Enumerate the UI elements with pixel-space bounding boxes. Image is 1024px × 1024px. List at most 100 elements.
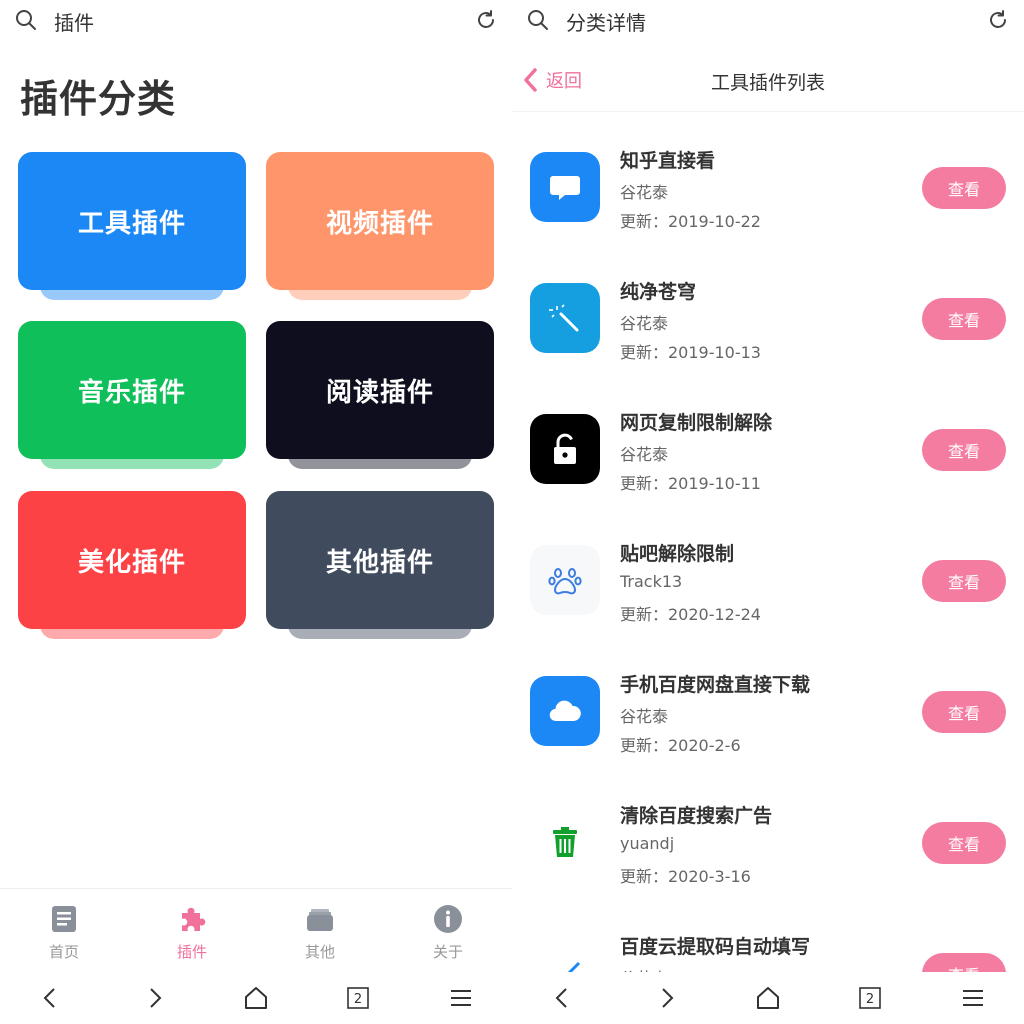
chevron-left-icon (555, 988, 567, 1008)
browser-nav-bar: 2 (0, 972, 512, 1024)
list-item: 知乎直接看谷花泰更新：2019-10-22 查看 (512, 112, 1024, 243)
menu-nav-button[interactable] (441, 978, 481, 1018)
list-title: 工具插件列表 (710, 72, 825, 94)
list-item: 贴吧解除限制 Track13 更新：2020-12-24 查看 (512, 505, 1024, 636)
address-bar-title[interactable]: 插件 (54, 7, 94, 36)
plugin-update-date: 更新：2020-12-24 (620, 605, 761, 624)
plugins-screen: 插件 插件分类 工具插件 视频插件 音乐插件 阅读插件 美化插件 其他插件 首页 插件 (0, 0, 512, 1024)
tab-label: 插件 (176, 943, 207, 961)
category-card-label: 视频插件 (266, 152, 494, 290)
plugin-list: 知乎直接看 谷花泰 更新：2019-10-22 查看 纯净苍穹 谷花泰 更新：2019-10… (512, 112, 1024, 972)
paw-icon (530, 545, 600, 615)
list-item: 网页复制限制解除 谷花泰更新：2019-10-11 查看 (512, 374, 1024, 505)
unlock-icon (530, 414, 600, 484)
plugin-update-date: 更新：2020-2-6 (620, 736, 741, 755)
plugin-author: Track13 (620, 572, 683, 591)
trash-icon (530, 807, 600, 877)
home-icon (244, 987, 267, 1009)
tabs-icon: 2 (859, 987, 882, 1009)
tab-count: 2 (354, 992, 362, 1007)
back-nav-button[interactable] (543, 978, 583, 1018)
address-bar-title[interactable]: 分类详情 (566, 7, 646, 36)
plugin-name: 网页复制限制解除 (620, 412, 773, 434)
cloud-icon (530, 676, 600, 746)
view-button[interactable]: 查看 (922, 822, 1006, 864)
plugin-name: 百度云提取码自动填写 (620, 936, 811, 958)
tab-home[interactable]: 首页 (0, 889, 128, 972)
plugin-update-date: 更新：2019-10-13 (620, 343, 761, 362)
refresh-icon[interactable] (474, 8, 498, 32)
tab-count: 2 (866, 992, 874, 1007)
tab-other[interactable]: 其他 (256, 889, 384, 972)
view-button[interactable]: 查看 (922, 167, 1006, 209)
category-card[interactable]: 音乐插件 (18, 321, 246, 471)
tab-label: 其他 (304, 943, 335, 961)
puzzle-icon (182, 907, 206, 931)
plugin-name: 清除百度搜索广告 (620, 805, 773, 827)
category-card-label: 工具插件 (18, 152, 246, 290)
view-button[interactable]: 查看 (922, 560, 1006, 602)
view-button[interactable]: 查看 (922, 429, 1006, 471)
home-nav-button[interactable] (236, 978, 276, 1018)
home-nav-button[interactable] (748, 978, 788, 1018)
tabs-icon: 2 (347, 987, 370, 1009)
list-item: 清除百度搜索广告 yuandj 更新：2020-3-16 查看 (512, 767, 1024, 898)
menu-icon (962, 990, 983, 1006)
category-detail-screen: 分类详情 工具插件列表 返回 知乎直接看 谷花泰 更新：2019-10-22 查看 纯净… (512, 0, 1024, 1024)
plugin-name: 纯净苍穹 (620, 281, 697, 303)
chevron-right-icon (149, 988, 161, 1008)
category-card-label: 音乐插件 (18, 321, 246, 459)
category-card[interactable]: 工具插件 (18, 152, 246, 302)
chevron-left-icon (524, 68, 537, 92)
tab-about[interactable]: 关于 (384, 889, 512, 972)
plugin-name: 知乎直接看 (620, 150, 716, 172)
plugin-author: 谷花泰 (620, 445, 669, 464)
list-header: 工具插件列表 返回 (512, 56, 1024, 112)
plugin-update-date: 更新：2019-10-11 (620, 474, 761, 493)
forward-nav-button[interactable] (134, 978, 174, 1018)
plugin-author: 谷花泰 (620, 965, 668, 972)
folder-icon (307, 909, 333, 931)
page-title: 插件分类 (20, 77, 177, 121)
category-card-label: 美化插件 (18, 491, 246, 629)
chat-bubble-icon (530, 152, 600, 222)
plugin-author: 谷花泰 (620, 183, 669, 202)
category-card-label: 阅读插件 (266, 321, 494, 459)
browser-nav-bar: 2 (512, 972, 1024, 1024)
tab-plugins[interactable]: 插件 (128, 889, 256, 972)
search-icon[interactable] (526, 8, 550, 32)
top-bar: 插件 (0, 0, 512, 40)
home-icon (756, 987, 779, 1009)
tabs-nav-button[interactable]: 2 (850, 978, 890, 1018)
chevron-left-icon (43, 988, 55, 1008)
category-card-label: 其他插件 (266, 491, 494, 629)
menu-icon (450, 990, 471, 1006)
list-item: 百度云提取码自动填写谷花泰 查看 (512, 898, 1024, 972)
plugin-update-date: 更新：2019-10-22 (620, 212, 761, 231)
view-button[interactable]: 查看 (922, 691, 1006, 733)
back-nav-button[interactable] (31, 978, 71, 1018)
category-card[interactable]: 阅读插件 (266, 321, 494, 471)
category-card[interactable]: 其他插件 (266, 491, 494, 641)
tab-label: 关于 (432, 943, 463, 961)
plugin-name: 手机百度网盘直接下载 (620, 674, 811, 696)
bottom-tab-bar: 首页 插件 其他 关于 (0, 888, 512, 972)
plugin-author: 谷花泰 (620, 314, 669, 333)
forward-nav-button[interactable] (646, 978, 686, 1018)
list-item: 纯净苍穹谷花泰更新：2019-10-13 查看 (512, 243, 1024, 374)
menu-nav-button[interactable] (953, 978, 993, 1018)
magic-wand-icon (530, 283, 600, 353)
back-label: 返回 (546, 71, 582, 92)
category-card[interactable]: 视频插件 (266, 152, 494, 302)
tabs-nav-button[interactable]: 2 (338, 978, 378, 1018)
search-icon[interactable] (14, 8, 38, 32)
plugin-update-date: 更新：2020-3-16 (620, 867, 751, 886)
category-card[interactable]: 美化插件 (18, 491, 246, 641)
tab-label: 首页 (48, 943, 79, 961)
info-icon (434, 905, 462, 933)
view-button[interactable]: 查看 (922, 298, 1006, 340)
refresh-icon[interactable] (986, 8, 1010, 32)
back-button[interactable]: 返回 (520, 66, 582, 94)
view-button[interactable]: 查看 (922, 953, 1006, 972)
list-item: 手机百度网盘直接下载 谷花泰 更新：2020-2-6 查看 (512, 636, 1024, 767)
